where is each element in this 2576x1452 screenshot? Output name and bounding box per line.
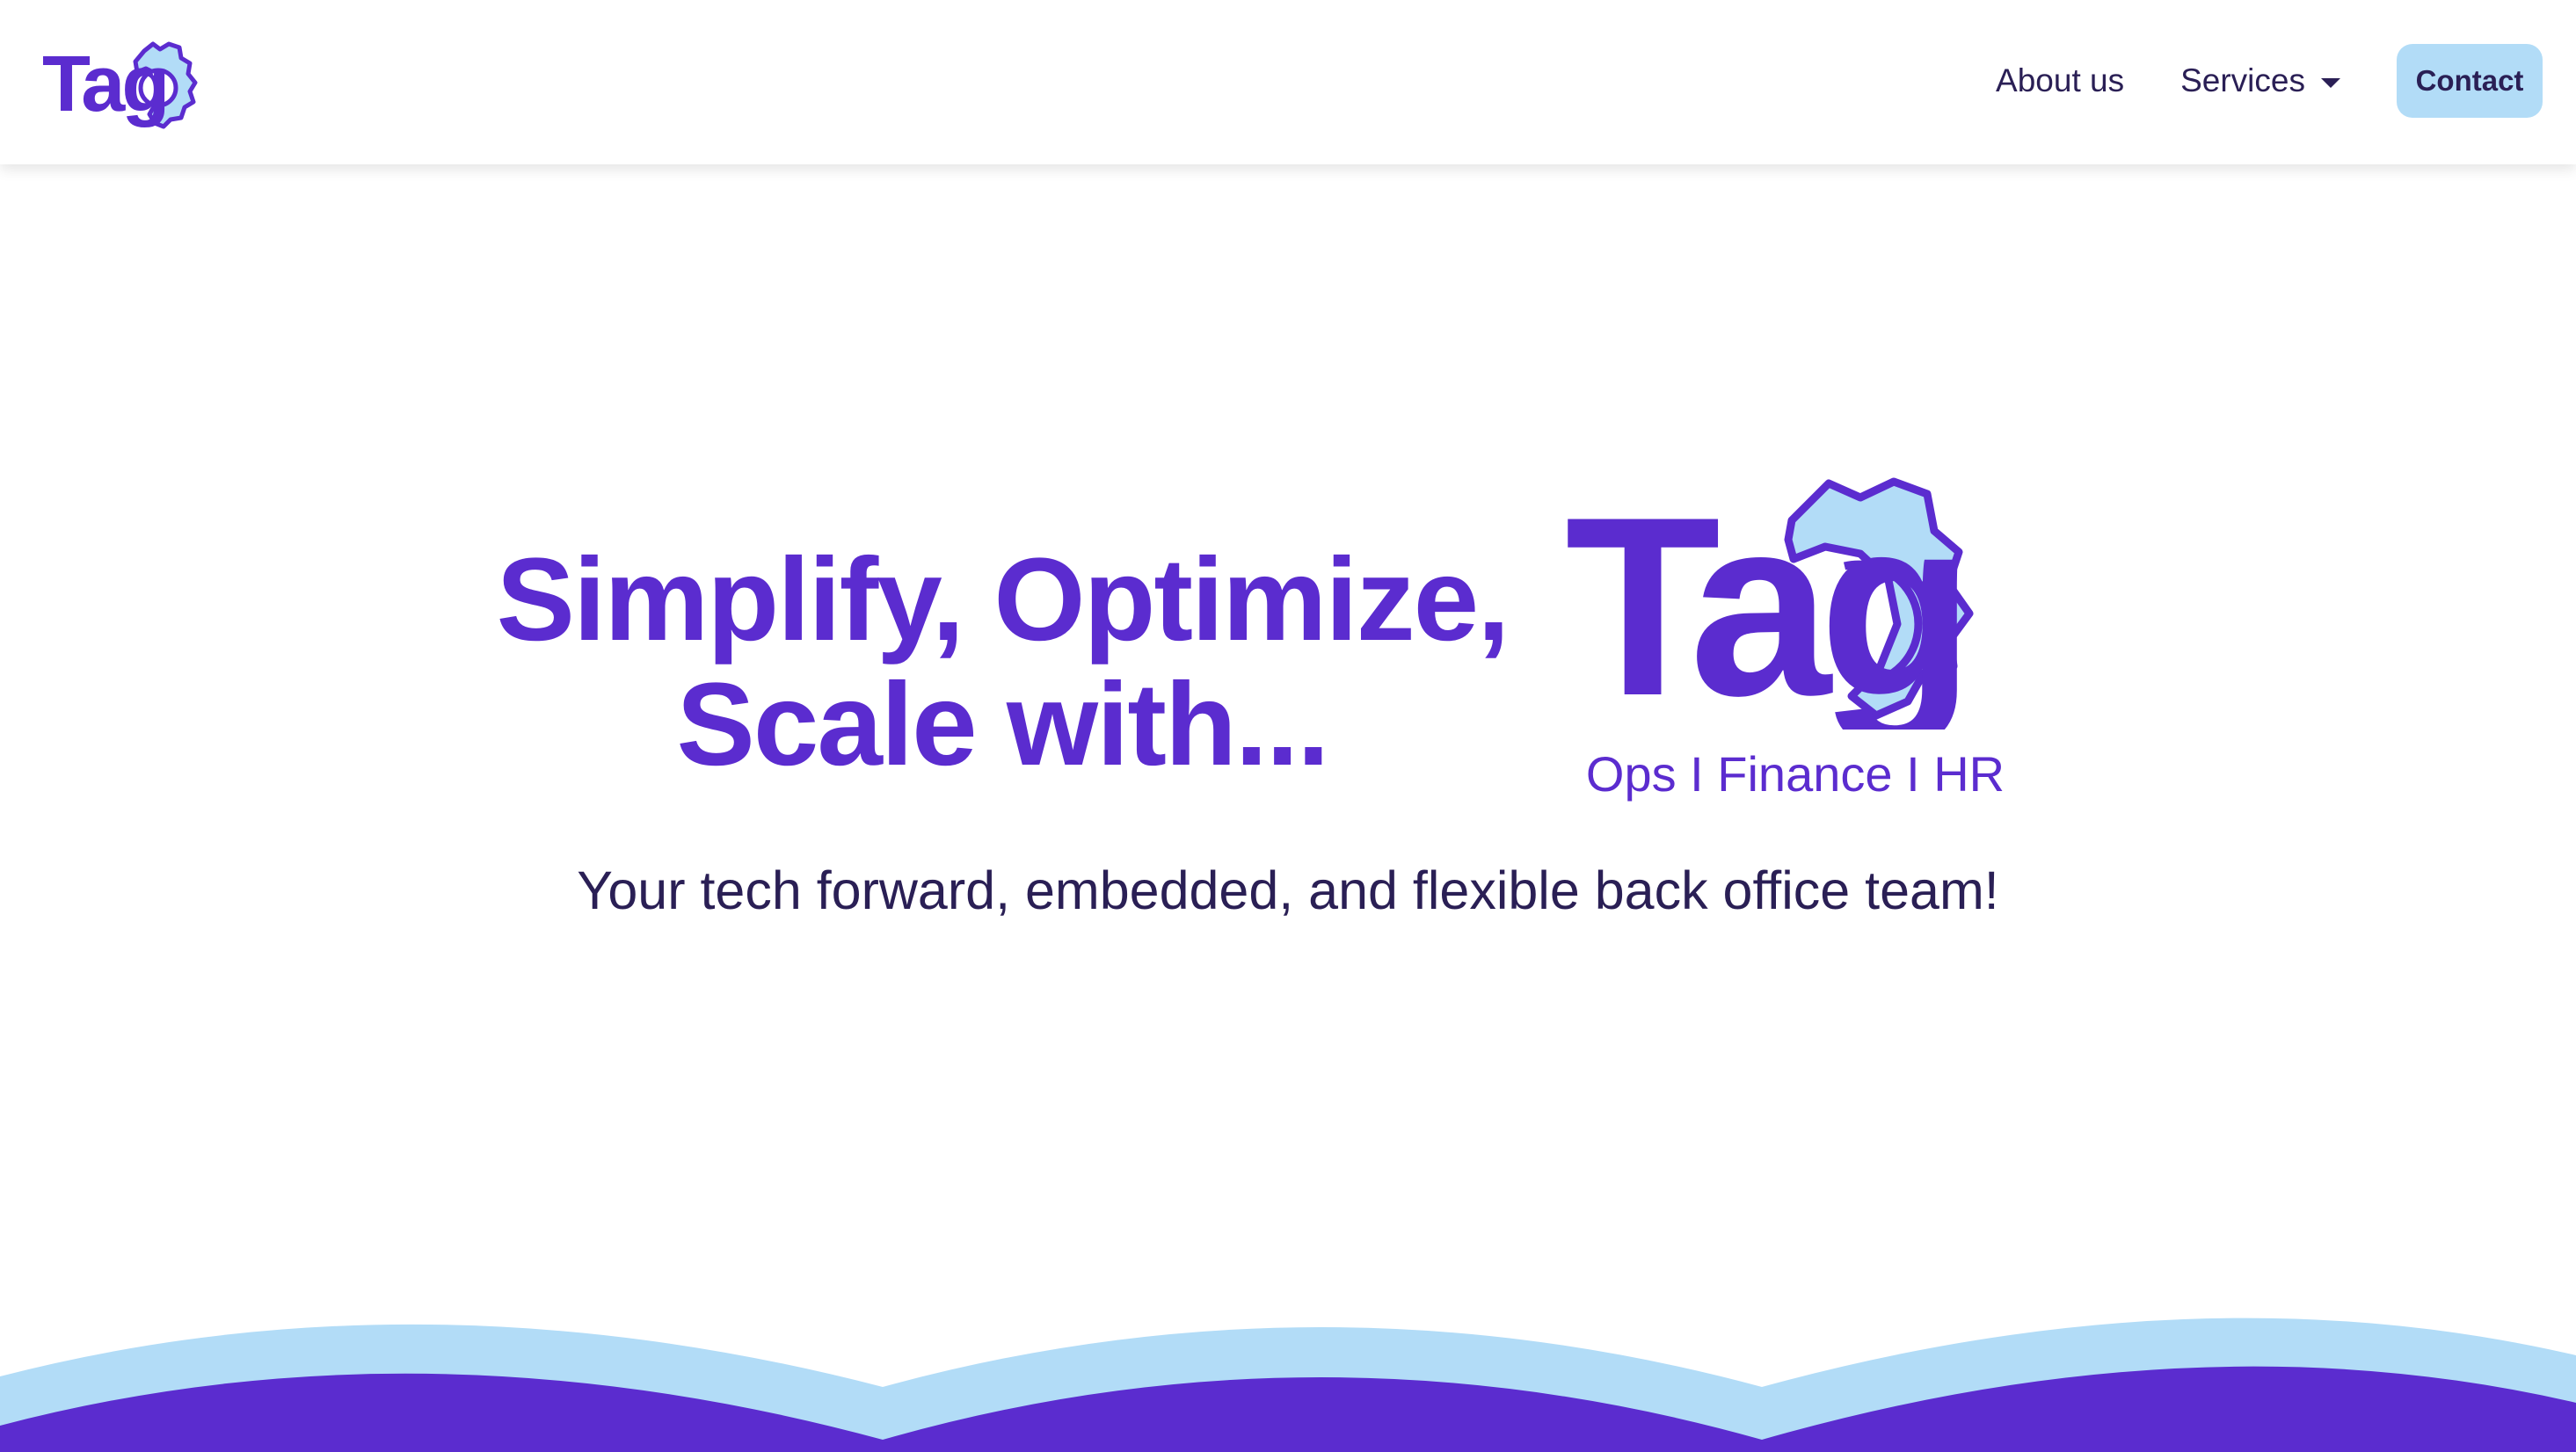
decorative-waves (0, 1318, 2576, 1452)
nav-services-label: Services (2180, 62, 2305, 98)
nav-about-link[interactable]: About us (1996, 62, 2124, 99)
hero-headline: Simplify, Optimize, Scale with... (492, 538, 1512, 788)
hero-headline-line2: Scale with... (676, 659, 1329, 790)
hero-logo: Tag (1565, 475, 1975, 730)
site-logo-link[interactable]: Tag (40, 26, 216, 132)
nav-links: About us Services Contact (1996, 44, 2543, 118)
chevron-down-icon (2321, 77, 2340, 88)
site-logo-text: Tag (42, 40, 166, 128)
hero-logo-tagline: Ops I Finance I HR (1585, 746, 2005, 802)
nav-services-dropdown[interactable]: Services (2180, 62, 2340, 99)
site-logo: Tag (42, 40, 198, 129)
contact-button[interactable]: Contact (2397, 44, 2543, 118)
hero-headline-line1: Simplify, Optimize, (496, 534, 1510, 665)
hero-logo-text: Tag (1565, 475, 1962, 730)
hero-subtitle: Your tech forward, embedded, and flexibl… (577, 860, 1999, 920)
navbar: Tag About us Services Contact (0, 0, 2576, 164)
page: Tag About us Services Contact Simplify, … (0, 0, 2576, 1452)
